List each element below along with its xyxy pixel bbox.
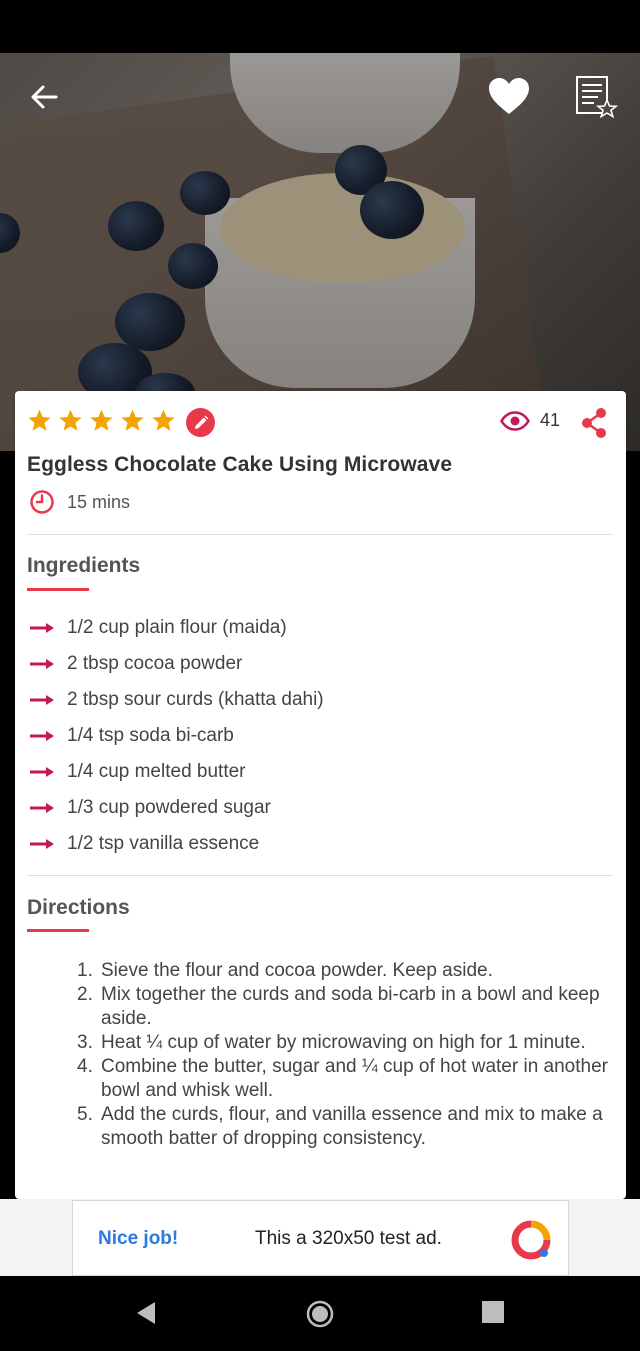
star-icon (28, 409, 51, 431)
ad-text: This a 320x50 test ad. (255, 1228, 442, 1249)
share-icon (582, 408, 606, 438)
step-number: 1. (77, 960, 93, 981)
cook-time-text: 15 mins (67, 491, 131, 512)
arrow-right-icon (30, 731, 54, 741)
arrow-right-icon (30, 659, 54, 669)
step-text: Heat ¼ cup of water by microwaving on hi… (101, 1032, 586, 1053)
ingredient-item: 1/3 cup powdered sugar (29, 790, 324, 826)
recipe-card: 41 Eggless Chocolate Cake Using Microwav… (15, 391, 626, 1199)
arrow-right-icon (30, 839, 54, 849)
directions-heading: Directions (27, 896, 130, 919)
edit-rating-button[interactable] (186, 408, 215, 437)
star-icon (59, 409, 82, 431)
direction-step: 2. Mix together the curds and soda bi-car… (77, 983, 621, 1031)
views-counter: 41 (500, 410, 560, 431)
ad-box[interactable]: Nice job! This a 320x50 test ad. (72, 1200, 569, 1276)
pencil-icon (194, 415, 208, 429)
recipe-title: Eggless Chocolate Cake Using Microwave (27, 453, 453, 476)
ad-label: Nice job! (98, 1228, 179, 1249)
star-icon (152, 409, 175, 431)
favorite-button[interactable] (487, 74, 531, 118)
clock-icon (30, 490, 54, 514)
arrow-right-icon (30, 767, 54, 777)
ingredients-underline (27, 588, 89, 591)
direction-step: 1. Sieve the flour and cocoa powder. Keep… (77, 959, 621, 983)
ingredient-item: 1/2 cup plain flour (maida) (29, 610, 324, 646)
ingredient-text: 2 tbsp sour curds (khatta dahi) (67, 689, 324, 710)
eye-icon (500, 410, 530, 431)
ad-logo-icon (511, 1220, 551, 1260)
step-number: 5. (77, 1104, 93, 1125)
heart-icon (489, 78, 529, 114)
ingredient-item: 1/4 tsp soda bi-carb (29, 718, 324, 754)
arrow-right-icon (30, 623, 54, 633)
nav-home-icon[interactable] (306, 1300, 334, 1328)
arrow-right-icon (30, 695, 54, 705)
step-text: Sieve the flour and cocoa powder. Keep a… (101, 960, 493, 981)
direction-step: 5. Add the curds, flour, and vanilla esse… (77, 1103, 621, 1151)
ingredient-text: 1/2 tsp vanilla essence (67, 833, 260, 854)
share-button[interactable] (580, 407, 608, 444)
nav-recents-icon[interactable] (481, 1300, 505, 1324)
directions-list: 1. Sieve the flour and cocoa powder. Keep… (77, 959, 621, 1151)
ingredient-text: 1/4 tsp soda bi-carb (67, 725, 234, 746)
back-button[interactable] (26, 80, 62, 114)
ingredient-item: 2 tbsp sour curds (khatta dahi) (29, 682, 324, 718)
step-number: 3. (77, 1032, 93, 1053)
ingredient-text: 1/3 cup powdered sugar (67, 797, 271, 818)
step-text: Add the curds, flour, and vanilla essenc… (101, 1104, 603, 1149)
step-text: Combine the butter, sugar and ¼ cup of h… (101, 1056, 608, 1101)
ingredient-text: 1/4 cup melted butter (67, 761, 246, 782)
divider (27, 534, 613, 535)
status-bar (0, 0, 640, 53)
android-nav-bar (0, 1276, 640, 1351)
cook-time: 15 mins (29, 489, 130, 515)
ingredients-heading: Ingredients (27, 554, 141, 577)
ingredient-text: 1/2 cup plain flour (maida) (67, 617, 287, 638)
ingredient-item: 1/2 tsp vanilla essence (29, 826, 324, 862)
directions-underline (27, 929, 89, 932)
recipe-list-star-icon (576, 76, 618, 119)
step-number: 2. (77, 984, 93, 1005)
direction-step: 3. Heat ¼ cup of water by microwaving on … (77, 1031, 621, 1055)
arrow-right-icon (30, 803, 54, 813)
arrow-left-icon (31, 85, 58, 109)
ingredient-text: 2 tbsp cocoa powder (67, 653, 243, 674)
views-count: 41 (540, 410, 561, 430)
step-number: 4. (77, 1056, 93, 1077)
ad-banner[interactable]: Nice job! This a 320x50 test ad. (0, 1199, 640, 1276)
recipe-list-button[interactable] (573, 74, 619, 120)
ingredient-item: 2 tbsp cocoa powder (29, 646, 324, 682)
ingredients-list: 1/2 cup plain flour (maida) 2 tbsp cocoa … (29, 610, 324, 862)
direction-step: 4. Combine the butter, sugar and ¼ cup of… (77, 1055, 621, 1103)
nav-back-icon[interactable] (133, 1300, 159, 1326)
star-icon (121, 409, 144, 431)
star-icon (90, 409, 113, 431)
rating-stars[interactable] (27, 408, 176, 433)
ingredient-item: 1/4 cup melted butter (29, 754, 324, 790)
step-text: Mix together the curds and soda bi-carb … (101, 984, 600, 1029)
divider (27, 875, 613, 876)
